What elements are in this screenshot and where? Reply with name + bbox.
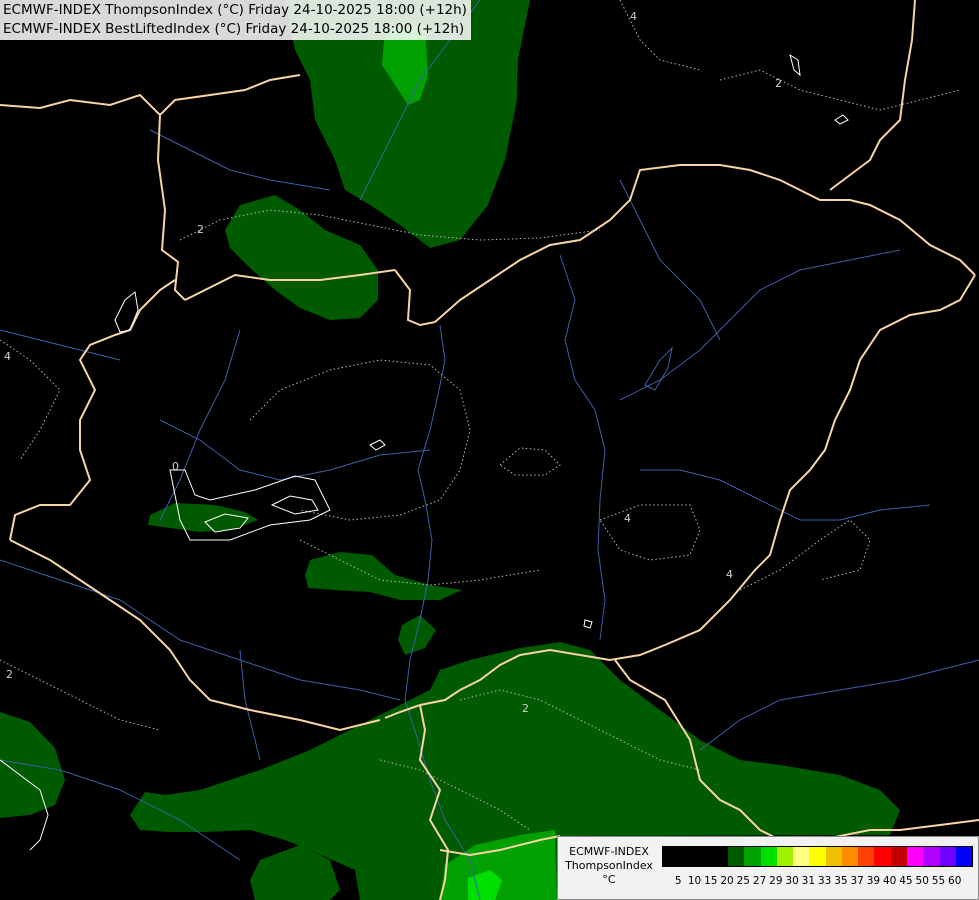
legend-swatch — [695, 847, 712, 866]
legend-swatch — [809, 847, 826, 866]
legend-swatch — [858, 847, 875, 866]
contour-label: 4 — [726, 568, 733, 581]
legend-tick: 50 — [915, 875, 929, 887]
legend-swatch — [939, 847, 956, 866]
legend-tick: 27 — [752, 875, 767, 887]
legend-swatch — [679, 847, 696, 866]
legend-swatch — [906, 847, 924, 866]
contour-label: 4 — [630, 10, 637, 23]
contour-label: 2 — [197, 223, 204, 236]
weather-map: 4 2 2 4 0 4 4 2 2 — [0, 0, 979, 900]
contour-label: 4 — [624, 512, 631, 525]
legend-swatch — [874, 847, 891, 866]
legend-tick: 25 — [736, 875, 750, 887]
legend-tick: 30 — [785, 875, 799, 887]
legend-label: ECMWF-INDEX ThompsonIndex °C — [562, 845, 656, 887]
contour-label: 2 — [6, 668, 13, 681]
contour-label: 4 — [4, 350, 11, 363]
legend-swatch — [776, 847, 794, 866]
map-title: ECMWF-INDEX ThompsonIndex (°C) Friday 24… — [0, 0, 471, 40]
contour-label: 2 — [775, 77, 782, 90]
color-legend: ECMWF-INDEX ThompsonIndex °C 5 10 15 20 25 27… — [557, 836, 979, 900]
legend-title-index: ThompsonIndex — [565, 859, 653, 872]
legend-tick: 40 — [882, 875, 897, 887]
legend-swatch — [825, 847, 842, 866]
legend-tick: 60 — [948, 875, 962, 887]
legend-tick: 55 — [931, 875, 946, 887]
legend-swatch — [728, 847, 745, 866]
legend-tick: 33 — [817, 875, 832, 887]
legend-tick: 39 — [866, 875, 881, 887]
legend-tick: 15 — [704, 875, 718, 887]
legend-swatch — [744, 847, 761, 866]
legend-tick: 37 — [850, 875, 864, 887]
legend-tick: 45 — [899, 875, 913, 887]
title-line-thompson: ECMWF-INDEX ThompsonIndex (°C) Friday 24… — [3, 2, 467, 18]
contour-label: 2 — [522, 702, 529, 715]
contour-label: 0 — [172, 460, 179, 473]
legend-tick: 5 — [674, 875, 682, 887]
legend-swatch — [760, 847, 777, 866]
legend-unit: °C — [602, 873, 616, 886]
legend-tick-labels: 5 10 15 20 25 27 29 30 31 33 35 37 39 40 45 50 55 60 — [662, 875, 975, 889]
legend-swatch — [711, 847, 729, 866]
title-line-lifted: ECMWF-INDEX BestLiftedIndex (°C) Friday … — [3, 21, 465, 37]
legend-tick: 10 — [687, 875, 702, 887]
legend-swatch — [923, 847, 940, 866]
legend-tick: 31 — [801, 875, 816, 887]
legend-tick: 35 — [834, 875, 848, 887]
legend-swatch — [890, 847, 907, 866]
legend-tick: 20 — [720, 875, 734, 887]
legend-title-model: ECMWF-INDEX — [569, 845, 649, 858]
legend-swatch — [955, 847, 973, 866]
legend-swatch — [663, 847, 680, 866]
legend-swatch — [793, 847, 810, 866]
legend-tick: 29 — [769, 875, 783, 887]
legend-color-scale — [662, 846, 973, 867]
legend-swatch — [841, 847, 859, 866]
